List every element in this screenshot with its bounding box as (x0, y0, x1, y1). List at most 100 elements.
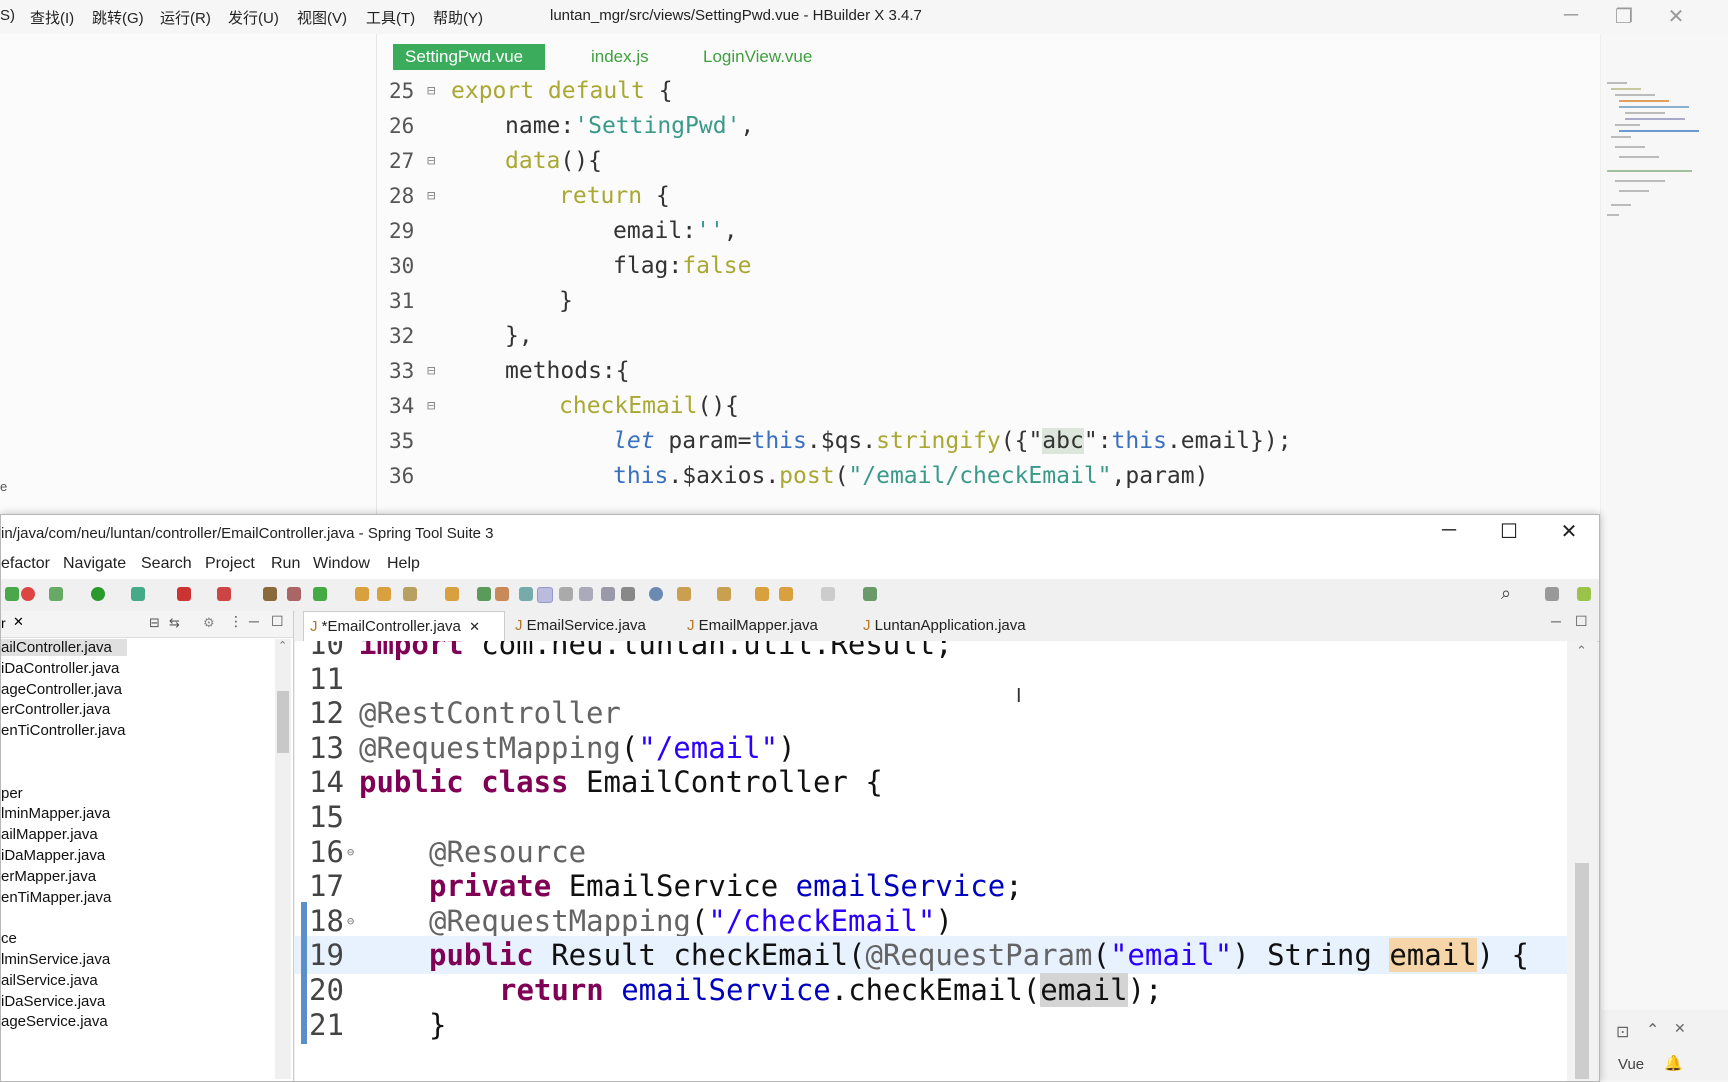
tree-item[interactable]: enTiMapper.java (1, 889, 111, 906)
open-resource-icon[interactable] (445, 587, 459, 601)
code-line[interactable]: 36 this.$axios.post("/email/checkEmail",p… (377, 459, 1600, 494)
new-icon[interactable] (313, 587, 327, 601)
minimize-icon[interactable]: ─ (1429, 519, 1469, 542)
filter-icon[interactable]: ⚙ (203, 615, 215, 631)
chevron-up-icon[interactable]: ⌃ (1646, 1020, 1659, 1040)
menu-refactor[interactable]: efactor (1, 555, 50, 573)
minimize-icon[interactable]: ─ (1556, 4, 1586, 27)
tab-emailservice[interactable]: J EmailService.java (509, 611, 652, 641)
close-panel-icon[interactable]: ✕ (1674, 1020, 1686, 1037)
fold-icon[interactable]: ⊟ (427, 179, 435, 214)
tree-item[interactable]: per (1, 785, 23, 802)
code-line[interactable]: 30 flag:false (377, 249, 1600, 284)
explorer-scroll-thumb[interactable] (277, 691, 289, 753)
java-code-editor[interactable]: 10 import com.neu.luntan.util.Result; 11 12… (295, 641, 1567, 1081)
bell-icon[interactable]: 🔔 (1664, 1054, 1683, 1072)
code-line[interactable]: 28 ⊟ return { (377, 179, 1600, 214)
restore-icon[interactable]: ❐ (1609, 4, 1639, 29)
tree-item[interactable]: iDaService.java (1, 993, 105, 1010)
minimize-view-icon[interactable]: ─ (249, 613, 259, 629)
tree-item[interactable]: lminService.java (1, 951, 110, 968)
tree-item[interactable]: ailController.java (1, 639, 127, 656)
code-line[interactable]: 19 public Result checkEmail(@RequestParam… (295, 936, 1567, 975)
view-menu-icon[interactable]: ⋮ (229, 613, 243, 630)
back-icon[interactable] (779, 587, 793, 601)
open-type-icon[interactable] (377, 587, 391, 601)
code-line[interactable]: 20 return emailService.checkEmail(email); (295, 971, 1567, 1009)
code-line[interactable]: 15 (295, 798, 1567, 836)
tree-item[interactable]: ailService.java (1, 972, 98, 989)
debug-icon[interactable] (5, 587, 19, 601)
fold-icon[interactable]: ⊟ (427, 144, 435, 179)
code-line[interactable]: 16 ⊖ @Resource (295, 833, 1567, 871)
editor-scroll-thumb[interactable] (1575, 863, 1589, 1079)
close-icon[interactable]: ✕ (1549, 519, 1589, 544)
tree-item[interactable]: lminMapper.java (1, 805, 110, 822)
tree-item[interactable]: iDaController.java (1, 660, 119, 677)
forward-icon[interactable] (821, 587, 835, 601)
block-icon[interactable] (601, 587, 615, 601)
code-line[interactable]: 12 @RestController (295, 694, 1567, 732)
bug-icon[interactable] (49, 587, 63, 601)
tab-emailcontroller[interactable]: J *EmailController.java ✕ (303, 611, 505, 642)
explorer-scrollbar[interactable]: ⌃ (275, 639, 291, 1079)
pin-editor-icon[interactable] (863, 587, 877, 601)
code-line[interactable]: 27 ⊟ data(){ (377, 144, 1600, 179)
scroll-up-icon[interactable]: ⌃ (1576, 643, 1587, 659)
collapse-all-icon[interactable]: ⊟ (149, 615, 160, 631)
fold-icon[interactable]: ⊟ (427, 389, 435, 424)
tree-item[interactable]: ageService.java (1, 1013, 108, 1030)
menu-navigate[interactable]: Navigate (63, 555, 126, 573)
tab-emailmapper[interactable]: J EmailMapper.java (681, 611, 824, 641)
hbuilder-code-editor[interactable]: 25 ⊟ export default {26 name:'SettingPwd', 2… (377, 74, 1600, 514)
collapse-icon[interactable]: ⊡ (1616, 1022, 1629, 1042)
highlight-icon[interactable] (537, 587, 553, 603)
open-folder-icon[interactable] (355, 587, 369, 601)
view-tab-fragment[interactable]: r (1, 615, 6, 631)
perspective-icon[interactable] (1545, 587, 1559, 601)
minimize-editor-icon[interactable]: ─ (1551, 613, 1561, 629)
menu-help[interactable]: Help (387, 555, 420, 573)
menu-run[interactable]: Run (271, 555, 300, 573)
code-line[interactable]: 11 (295, 660, 1567, 698)
next-annotation-icon[interactable] (677, 587, 691, 601)
menu-item-help[interactable]: 帮助(Y) (433, 7, 483, 28)
editor-scrollbar[interactable]: ⌃ (1567, 641, 1597, 1081)
task-icon[interactable] (559, 587, 573, 601)
stop-icon[interactable] (177, 587, 191, 601)
tree-item[interactable]: erMapper.java (1, 868, 96, 885)
new-type-icon[interactable] (287, 587, 301, 601)
tree-item[interactable]: ailMapper.java (1, 826, 98, 843)
code-line[interactable]: 33 ⊟ methods:{ (377, 354, 1600, 389)
close-tab-icon[interactable]: ✕ (469, 619, 480, 634)
code-line[interactable]: 14 public class EmailController { (295, 763, 1567, 801)
tab-index-js[interactable]: index.js (579, 44, 661, 70)
whitespace-icon[interactable] (621, 587, 635, 601)
menu-search[interactable]: Search (141, 555, 192, 573)
boot-icon[interactable] (495, 587, 509, 601)
code-line[interactable]: 34 ⊟ checkEmail(){ (377, 389, 1600, 424)
code-minimap[interactable] (1605, 80, 1705, 260)
code-line[interactable]: 35 let param=this.$qs.stringify({"abc":th… (377, 424, 1600, 459)
fold-icon[interactable]: ⊖ (347, 833, 354, 871)
maximize-icon[interactable]: ☐ (1489, 519, 1529, 544)
code-line[interactable]: 26 name:'SettingPwd', (377, 109, 1600, 144)
tree-item[interactable]: ageController.java (1, 681, 122, 698)
link-editor-icon[interactable]: ⇆ (169, 615, 180, 631)
menu-item-view[interactable]: 视图(V) (297, 7, 347, 28)
close-icon[interactable]: ✕ (1661, 4, 1691, 29)
fold-icon[interactable]: ⊟ (427, 354, 435, 389)
code-line[interactable]: 31} (377, 284, 1600, 319)
code-line[interactable]: 18 ⊖ @RequestMapping("/checkEmail") (295, 901, 1567, 940)
fold-icon[interactable]: ⊟ (427, 74, 435, 109)
run-icon[interactable] (91, 587, 105, 601)
scroll-up-icon[interactable]: ⌃ (278, 639, 287, 652)
refresh-icon[interactable] (21, 587, 35, 601)
tree-item[interactable]: ce (1, 930, 17, 947)
globe-icon[interactable] (649, 587, 663, 601)
tab-loginview[interactable]: LoginView.vue (691, 44, 824, 70)
search-icon[interactable]: ⌕ (1501, 583, 1511, 604)
tree-item[interactable]: enTiController.java (1, 722, 126, 739)
menu-item-s[interactable]: S) (0, 7, 15, 24)
code-line[interactable]: 32}, (377, 319, 1600, 354)
